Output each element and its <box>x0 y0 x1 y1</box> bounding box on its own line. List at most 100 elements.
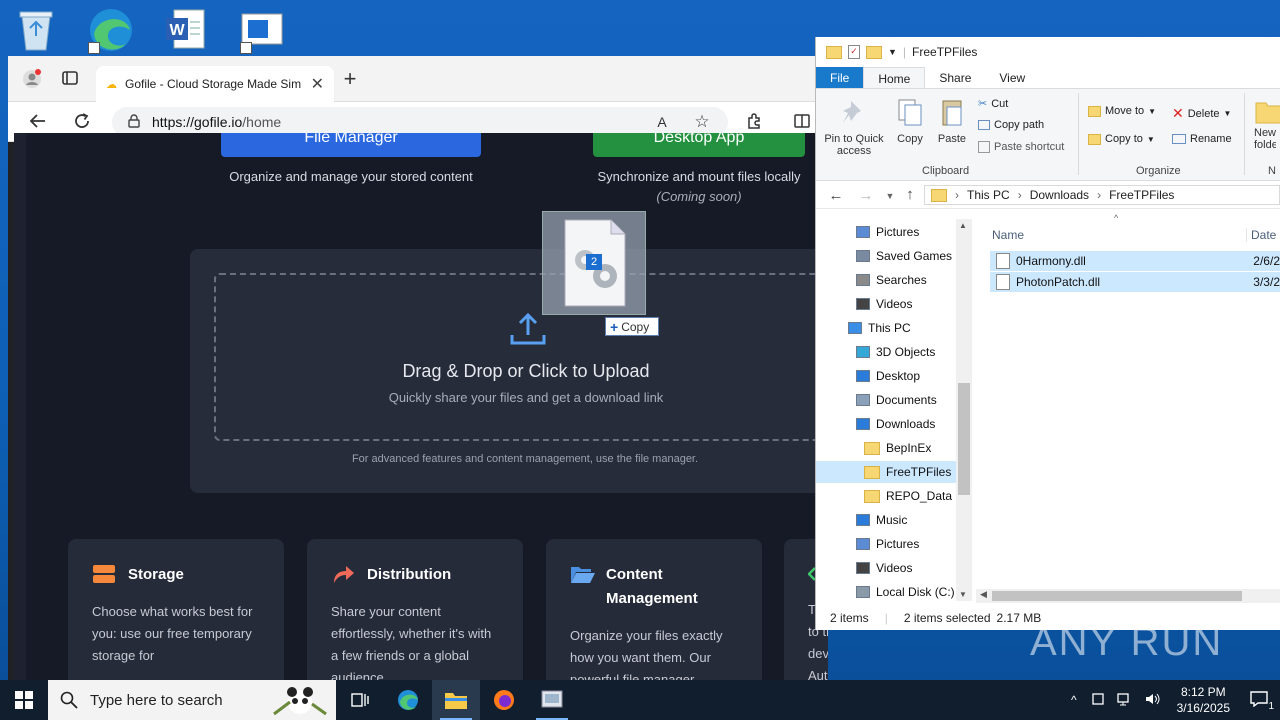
up-icon[interactable]: ↑ <box>900 185 920 205</box>
tree-item-label: Downloads <box>876 417 936 431</box>
tree-item[interactable]: BepInEx <box>816 437 956 459</box>
tree-item[interactable]: FreeTPFiles <box>816 461 956 483</box>
folder-icon <box>864 489 880 503</box>
tab-file[interactable]: File <box>816 67 864 88</box>
copy-to-button[interactable]: Copy to ▼ <box>1088 133 1155 145</box>
breadcrumb-downloads[interactable]: Downloads <box>1030 188 1089 202</box>
file-explorer-taskbar-icon[interactable] <box>432 680 480 720</box>
app-taskbar-icon[interactable] <box>528 680 576 720</box>
navigation-pane-scrollbar[interactable]: ▲ ▼ <box>956 219 972 601</box>
feature-title: Distribution <box>367 566 452 583</box>
tab-share[interactable]: Share <box>925 67 985 88</box>
profile-icon[interactable] <box>22 69 42 89</box>
new-folder-quick-icon[interactable] <box>866 45 882 59</box>
edge-desktop-icon[interactable] <box>86 6 136 54</box>
firefox-taskbar-icon[interactable] <box>480 680 528 720</box>
sort-arrow-icon: ^ <box>1114 213 1119 223</box>
tree-item[interactable]: Downloads <box>816 413 956 435</box>
tree-item[interactable]: Pictures <box>816 533 956 555</box>
new-folder-button[interactable]: New folder <box>1254 97 1280 151</box>
tree-item[interactable]: REPO_Data <box>816 485 956 507</box>
tree-item[interactable]: This PC <box>816 317 956 339</box>
chevron-down-icon[interactable]: ▼ <box>888 47 897 57</box>
new-group-label: N <box>1268 165 1276 177</box>
plus-icon: + <box>610 318 619 335</box>
favorite-star-icon[interactable]: ☆ <box>692 112 712 132</box>
close-tab-icon[interactable]: ✕ <box>311 74 324 94</box>
defender-icon[interactable] <box>1085 692 1111 709</box>
paste-icon <box>937 97 967 127</box>
anyrun-watermark: ANY RUN <box>1030 619 1224 664</box>
volume-icon[interactable] <box>1139 692 1167 709</box>
explorer-forward-icon[interactable]: → <box>856 186 876 206</box>
videos-icon <box>856 298 870 310</box>
tree-item[interactable]: Videos <box>816 557 956 579</box>
scrollbar-thumb[interactable] <box>958 383 970 495</box>
breadcrumb-freetpfiles[interactable]: FreeTPFiles <box>1109 188 1174 202</box>
split-screen-icon[interactable] <box>792 112 812 132</box>
tree-item[interactable]: Desktop <box>816 365 956 387</box>
explorer-back-icon[interactable]: ← <box>826 186 846 206</box>
file-name: 0Harmony.dll <box>1016 254 1086 268</box>
tree-item[interactable]: Music <box>816 509 956 531</box>
tab-view[interactable]: View <box>985 67 1039 88</box>
properties-icon[interactable]: ✓ <box>848 45 860 59</box>
clock[interactable]: 8:12 PM 3/16/2025 <box>1167 684 1240 716</box>
dropzone-title: Drag & Drop or Click to Upload <box>402 361 650 381</box>
breadcrumb-this-pc[interactable]: This PC <box>967 188 1010 202</box>
column-name[interactable]: Name <box>988 228 1246 242</box>
column-date[interactable]: Date <box>1246 228 1276 242</box>
file-row[interactable]: PhotonPatch.dll 3/3/2 <box>990 272 1280 292</box>
rename-button[interactable]: Rename <box>1172 133 1232 145</box>
recycle-bin-icon[interactable] <box>14 6 64 54</box>
tab-home[interactable]: Home <box>863 67 926 88</box>
upload-dropzone[interactable]: Drag & Drop or Click to Upload Quickly s… <box>214 273 828 441</box>
tree-item[interactable]: Saved Games <box>816 245 956 267</box>
copy-to-icon <box>1088 133 1101 145</box>
move-to-button[interactable]: Move to ▼ <box>1088 105 1156 117</box>
paste-shortcut-icon <box>978 141 990 153</box>
tree-item[interactable]: Pictures <box>816 221 956 243</box>
cut-button[interactable]: ✂ Cut <box>978 97 1008 111</box>
copy-button[interactable]: Copy <box>892 97 928 145</box>
file-list-scrollbar[interactable]: ◀ <box>976 589 1280 603</box>
scrollbar-thumb[interactable] <box>992 591 1242 601</box>
notification-icon[interactable]: 1 <box>1240 690 1280 712</box>
tree-item[interactable]: Documents <box>816 389 956 411</box>
network-icon[interactable] <box>1111 692 1139 709</box>
tree-item-label: Music <box>876 513 908 527</box>
browser-window: ☁ Gofile - Cloud Storage Made Sim ✕ + ht… <box>8 56 828 680</box>
system-tray: ^ 8:12 PM 3/16/2025 1 <box>1063 680 1280 720</box>
file-row[interactable]: 0Harmony.dll 2/6/2 <box>990 251 1280 271</box>
app-desktop-icon[interactable] <box>238 6 288 54</box>
show-hidden-icons-icon[interactable]: ^ <box>1063 693 1085 707</box>
desktop-app-button[interactable]: Desktop App <box>593 133 805 157</box>
start-button[interactable] <box>0 680 48 720</box>
back-icon[interactable] <box>28 112 48 132</box>
breadcrumb[interactable]: › This PC › Downloads › FreeTPFiles <box>924 185 1280 205</box>
tab-actions-icon[interactable] <box>60 69 80 89</box>
new-tab-icon[interactable]: + <box>340 68 360 90</box>
delete-button[interactable]: ✕ Delete ▼ <box>1172 105 1231 122</box>
word-desktop-icon[interactable]: W <box>162 6 212 54</box>
explorer-title-bar: ✓ ▼ | FreeTPFiles <box>816 37 1280 67</box>
copy-path-button[interactable]: Copy path <box>978 119 1044 131</box>
tree-item[interactable]: Local Disk (C:) <box>816 581 956 603</box>
pin-quick-access-button[interactable]: Pin to Quick access <box>822 97 886 157</box>
tree-item[interactable]: 3D Objects <box>816 341 956 363</box>
paste-shortcut-button[interactable]: Paste shortcut <box>978 141 1064 153</box>
refresh-icon[interactable] <box>72 112 92 132</box>
paste-button[interactable]: Paste <box>934 97 970 145</box>
edge-taskbar-icon[interactable] <box>384 680 432 720</box>
taskbar-search[interactable]: Type here to search <box>48 680 336 720</box>
tree-item[interactable]: Searches <box>816 269 956 291</box>
read-aloud-icon[interactable]: A <box>652 112 672 132</box>
tab-gofile[interactable]: ☁ Gofile - Cloud Storage Made Sim ✕ <box>96 66 334 102</box>
tree-item[interactable]: Videos <box>816 293 956 315</box>
task-view-icon[interactable] <box>336 680 384 720</box>
extensions-icon[interactable] <box>744 112 764 132</box>
recent-locations-icon[interactable]: ▼ <box>880 186 900 206</box>
file-manager-button[interactable]: File Manager <box>221 133 481 157</box>
3d-objects-icon <box>856 346 870 358</box>
tab-title: Gofile - Cloud Storage Made Sim <box>125 77 302 91</box>
